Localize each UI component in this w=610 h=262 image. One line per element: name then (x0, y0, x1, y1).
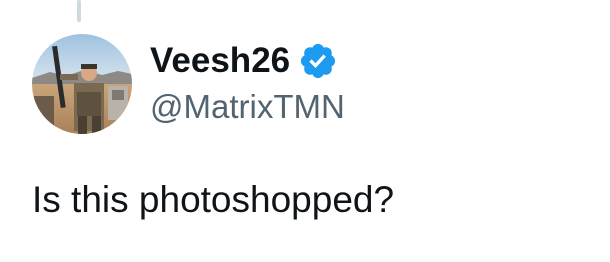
tweet-header: Veesh26 @MatrixTMN (32, 34, 345, 134)
display-name-row: Veesh26 (150, 38, 345, 84)
author-display-name[interactable]: Veesh26 (150, 38, 290, 84)
avatar[interactable] (32, 34, 132, 134)
author-handle[interactable]: @MatrixTMN (150, 84, 345, 130)
author-names: Veesh26 @MatrixTMN (150, 38, 345, 130)
tweet-text: Is this photoshopped? (32, 179, 395, 220)
verified-badge-icon (298, 41, 338, 81)
thread-connector-line (77, 0, 81, 22)
avatar-image (32, 34, 132, 134)
